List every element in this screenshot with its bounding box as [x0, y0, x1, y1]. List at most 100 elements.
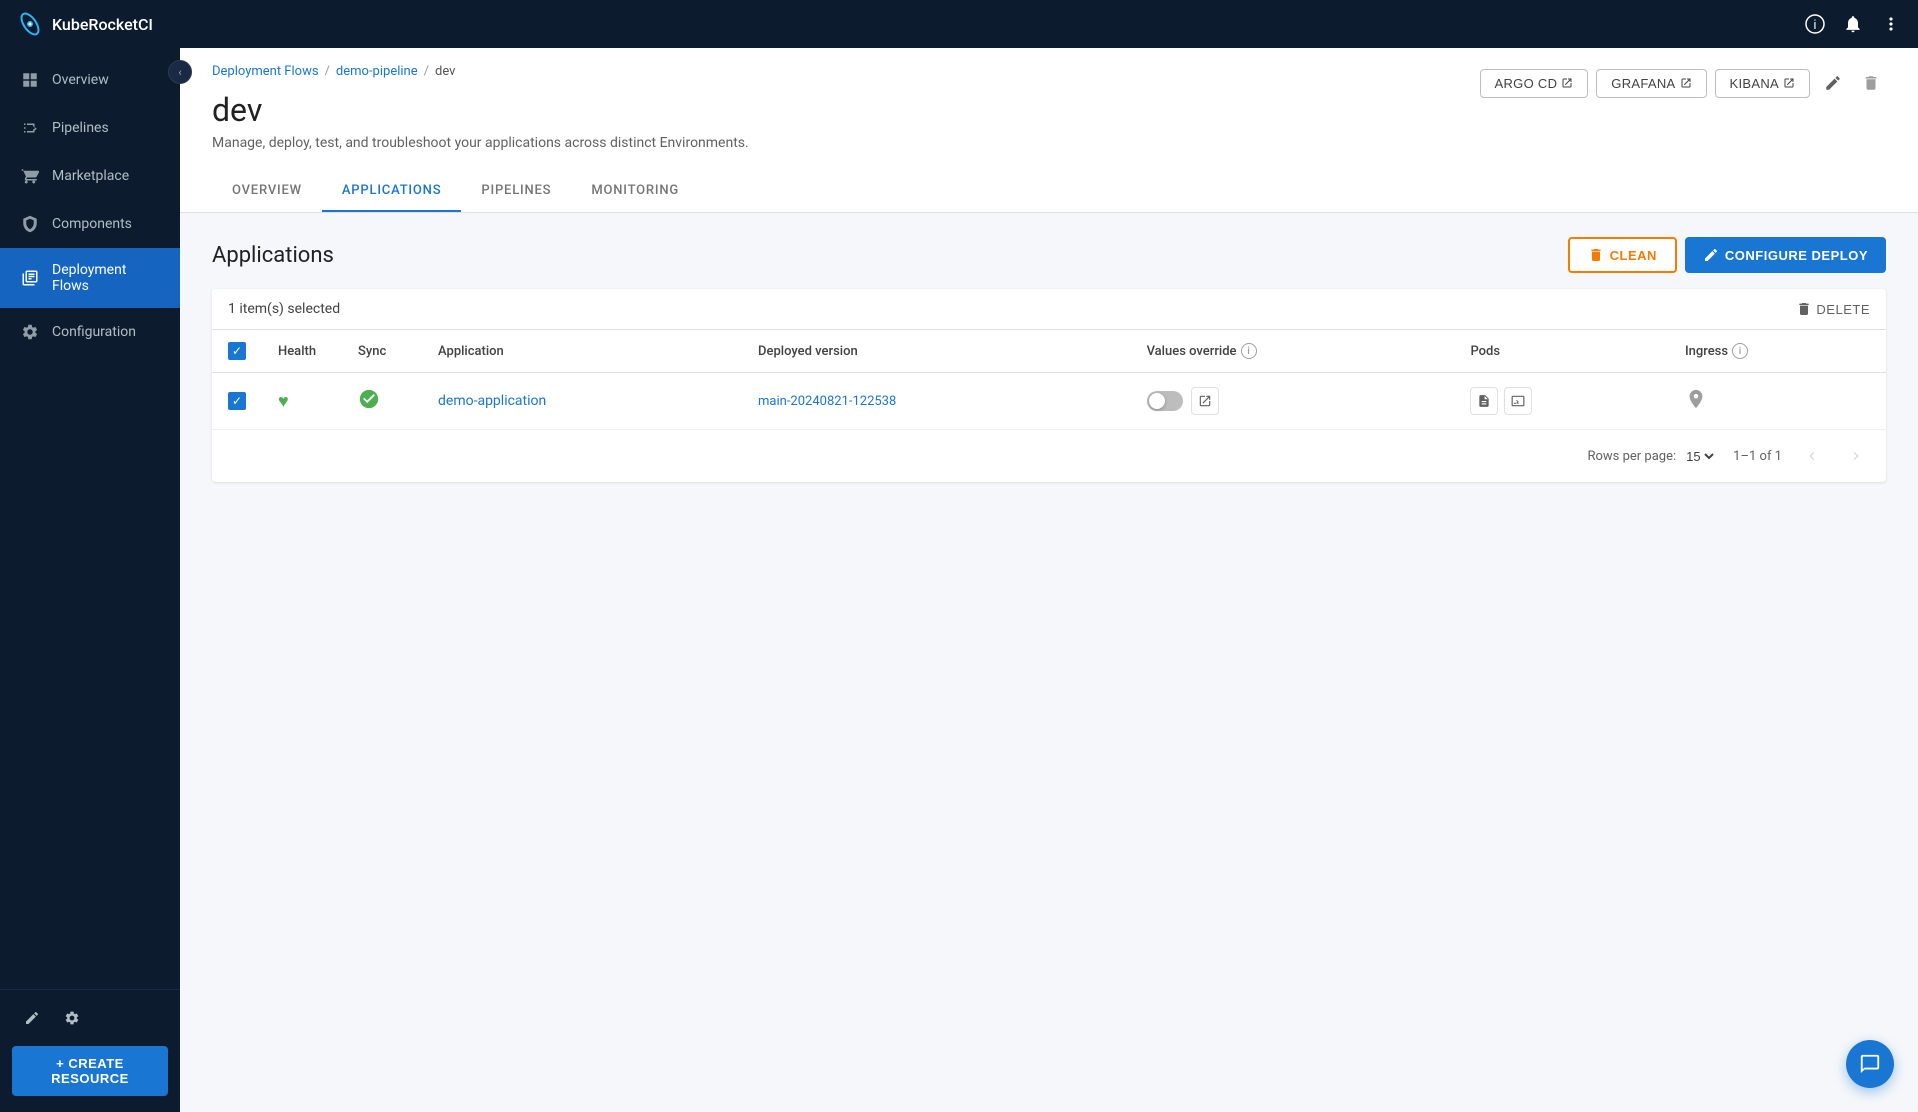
table-toolbar: 1 item(s) selected DELETE: [212, 289, 1886, 330]
prev-page-icon: [1804, 448, 1820, 464]
tab-monitoring[interactable]: MONITORING: [571, 171, 699, 212]
next-page-button[interactable]: [1842, 442, 1870, 470]
section-actions: CLEAN CONFIGURE DEPLOY: [1568, 237, 1886, 273]
header-actions: ARGO CD GRAFANA KIBANA: [1480, 64, 1887, 98]
argo-cd-button[interactable]: ARGO CD: [1480, 69, 1589, 98]
app-title: KubeRocketCI: [52, 15, 153, 34]
pod-terminal-button[interactable]: [1504, 387, 1532, 415]
th-deployed-version-label: Deployed version: [758, 344, 858, 359]
pod-terminal-icon: [1511, 394, 1525, 408]
sidebar-item-configuration[interactable]: Configuration: [0, 308, 180, 356]
th-health: Health: [262, 330, 342, 373]
breadcrumb-deployment-flows[interactable]: Deployment Flows: [212, 64, 319, 79]
delete-selected-button[interactable]: DELETE: [1796, 301, 1870, 317]
selected-count: 1 item(s) selected: [228, 301, 340, 317]
edit-button[interactable]: [1818, 68, 1848, 98]
app-logo[interactable]: KubeRocketCI: [16, 10, 153, 38]
page-content: Applications CLEAN CONFIGURE DEPLOY 1: [180, 213, 1918, 1112]
breadcrumb-sep-2: /: [424, 64, 429, 79]
grafana-button[interactable]: GRAFANA: [1596, 69, 1706, 98]
breadcrumb: Deployment Flows / demo-pipeline / dev: [212, 64, 749, 79]
external-link-icon: [1561, 77, 1573, 89]
pod-logs-icon: [1477, 394, 1491, 408]
clean-button[interactable]: CLEAN: [1568, 237, 1677, 273]
health-icon: ♥: [278, 391, 289, 412]
sidebar-item-deployment-flows[interactable]: Deployment Flows: [0, 248, 180, 308]
configure-deploy-label: CONFIGURE DEPLOY: [1725, 248, 1868, 263]
select-all-checkbox[interactable]: ✓: [228, 342, 246, 360]
delete-icon: [1796, 301, 1812, 317]
settings-icon[interactable]: [56, 1002, 88, 1034]
delete-label: DELETE: [1816, 302, 1870, 317]
notifications-icon[interactable]: [1842, 13, 1864, 35]
td-application: demo-application: [422, 373, 742, 430]
sidebar-item-label-overview: Overview: [52, 72, 109, 88]
help-icon[interactable]: i: [1804, 13, 1826, 35]
sidebar-item-label-marketplace: Marketplace: [52, 168, 129, 184]
header-row: Deployment Flows / demo-pipeline / dev d…: [212, 64, 1886, 167]
th-ingress: Ingress i: [1669, 330, 1886, 373]
header-left: Deployment Flows / demo-pipeline / dev d…: [212, 64, 749, 167]
breadcrumb-sep-1: /: [325, 64, 330, 79]
th-deployed-version: Deployed version: [742, 330, 1131, 373]
more-menu-icon[interactable]: [1880, 13, 1902, 35]
open-in-new-icon: [1198, 394, 1212, 408]
application-link[interactable]: demo-application: [438, 393, 546, 409]
th-sync-label: Sync: [358, 344, 386, 359]
overview-icon: [20, 70, 40, 90]
grafana-ext-icon: [1680, 77, 1692, 89]
th-pods: Pods: [1454, 330, 1668, 373]
td-checkbox: ✓: [212, 373, 262, 430]
sidebar-bottom: [0, 989, 180, 1046]
sidebar-item-pipelines[interactable]: Pipelines: [0, 104, 180, 152]
tab-pipelines[interactable]: PIPELINES: [461, 171, 571, 212]
row-checkbox[interactable]: ✓: [228, 392, 246, 410]
values-override-cell: [1147, 387, 1439, 415]
applications-table-container: 1 item(s) selected DELETE ✓: [212, 289, 1886, 482]
sidebar-item-marketplace[interactable]: Marketplace: [0, 152, 180, 200]
td-sync: [342, 373, 422, 430]
deployed-version-link[interactable]: main-20240821-122538: [758, 394, 896, 409]
ingress-icon: [1685, 388, 1707, 410]
breadcrumb-demo-pipeline[interactable]: demo-pipeline: [336, 64, 418, 79]
td-values-override: [1131, 373, 1455, 430]
sidebar-item-label-configuration: Configuration: [52, 324, 136, 340]
td-pods: [1454, 373, 1668, 430]
values-override-toggle[interactable]: [1147, 391, 1183, 411]
configure-deploy-button[interactable]: CONFIGURE DEPLOY: [1685, 237, 1886, 273]
th-ingress-label: Ingress: [1685, 344, 1728, 359]
pagination: Rows per page: 15 25 50 1–1 of 1: [212, 430, 1886, 482]
th-health-label: Health: [278, 344, 316, 359]
ingress-info-icon[interactable]: i: [1732, 343, 1748, 359]
th-application-label: Application: [438, 344, 504, 359]
sidebar-collapse-button[interactable]: ‹: [168, 60, 192, 84]
sidebar: ‹ Overview Pipelines Marketplace: [0, 48, 180, 1112]
clean-icon: [1588, 247, 1604, 263]
th-values-override: Values override i: [1131, 330, 1455, 373]
values-override-info-icon[interactable]: i: [1241, 343, 1257, 359]
sidebar-item-components[interactable]: Components: [0, 200, 180, 248]
th-values-override-label: Values override: [1147, 344, 1237, 359]
configure-icon: [1703, 247, 1719, 263]
sidebar-item-label-pipelines: Pipelines: [52, 120, 109, 136]
rows-per-page-label: Rows per page:: [1587, 449, 1676, 464]
rows-per-page-select[interactable]: 15 25 50: [1682, 448, 1717, 465]
chat-fab-button[interactable]: [1846, 1040, 1894, 1088]
delete-page-button[interactable]: [1856, 68, 1886, 98]
edit-settings-icon[interactable]: [16, 1002, 48, 1034]
tabs: OVERVIEW APPLICATIONS PIPELINES MONITORI…: [212, 171, 1886, 212]
components-icon: [20, 214, 40, 234]
pipelines-icon: [20, 118, 40, 138]
th-application: Application: [422, 330, 742, 373]
clean-label: CLEAN: [1610, 248, 1657, 263]
create-resource-button[interactable]: + CREATE RESOURCE: [12, 1046, 168, 1096]
prev-page-button[interactable]: [1798, 442, 1826, 470]
tab-overview[interactable]: OVERVIEW: [212, 171, 322, 212]
values-override-ext-link[interactable]: [1191, 387, 1219, 415]
th-select-all: ✓: [212, 330, 262, 373]
sidebar-item-overview[interactable]: Overview: [0, 56, 180, 104]
pod-logs-button[interactable]: [1470, 387, 1498, 415]
table-row: ✓ ♥ demo: [212, 373, 1886, 430]
tab-applications[interactable]: APPLICATIONS: [322, 171, 461, 212]
kibana-button[interactable]: KIBANA: [1715, 69, 1810, 98]
